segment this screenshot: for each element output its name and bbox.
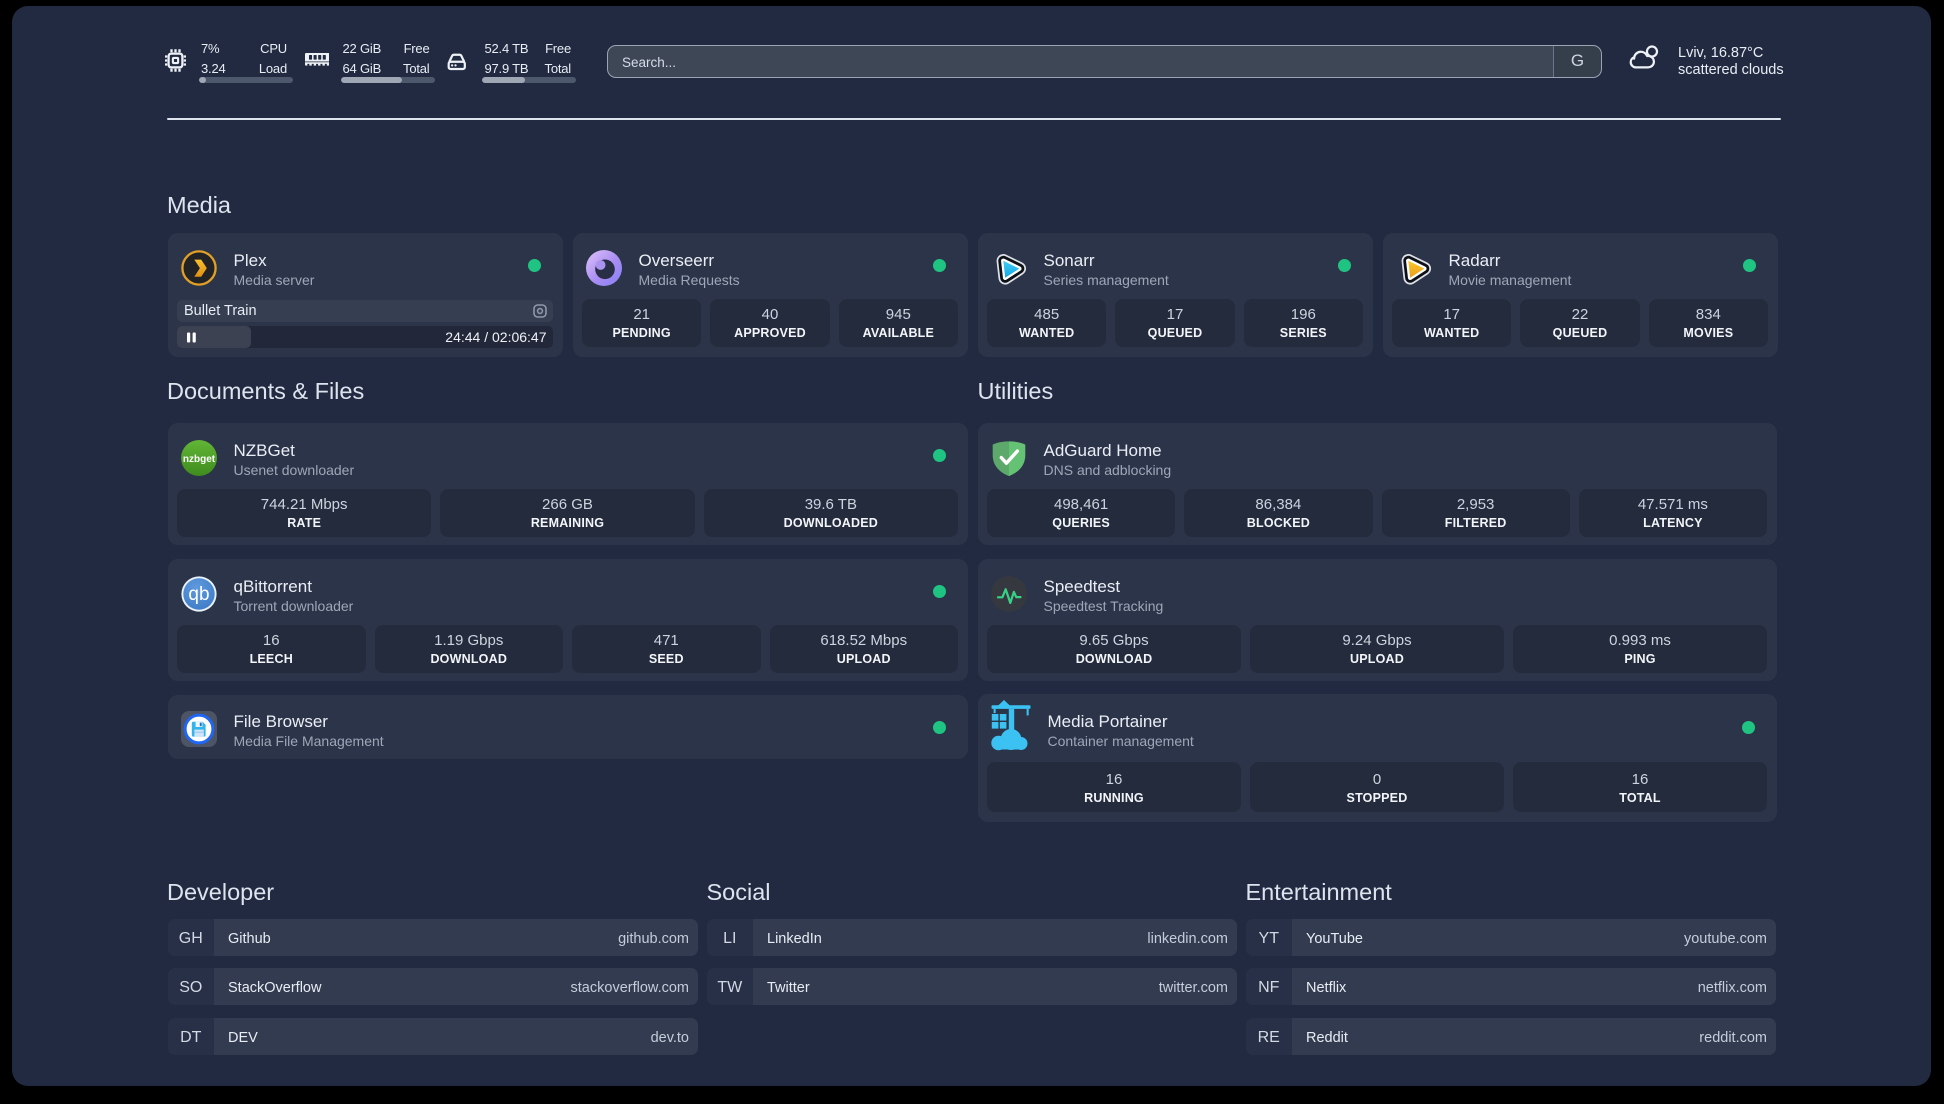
svg-text:qb: qb bbox=[188, 584, 209, 605]
svg-text:nzbget: nzbget bbox=[182, 453, 215, 464]
